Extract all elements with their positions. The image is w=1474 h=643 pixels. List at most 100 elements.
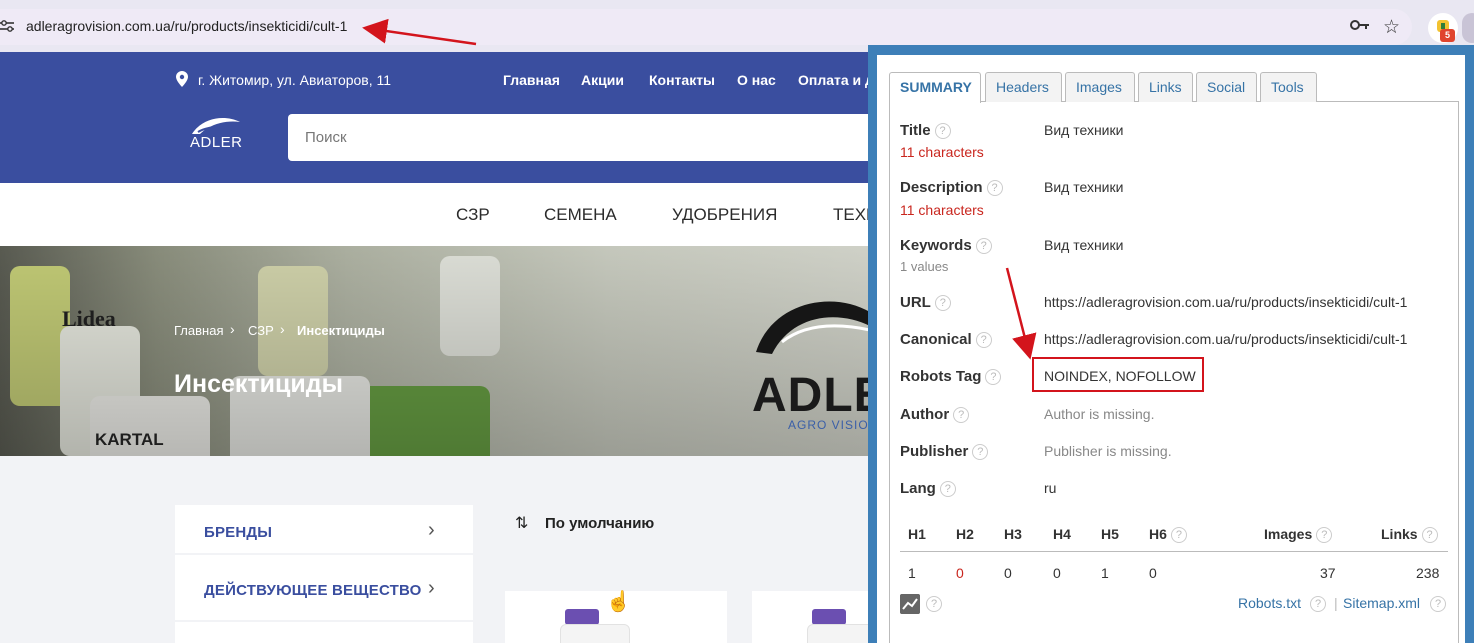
hero-banner xyxy=(0,246,870,456)
help-icon[interactable]: ? xyxy=(934,123,951,140)
lang-value: ru xyxy=(1044,480,1057,496)
url-value[interactable]: https://adleragrovision.com.ua/ru/produc… xyxy=(1044,294,1407,310)
title-value: Вид техники xyxy=(1044,122,1124,138)
site-info-icon[interactable] xyxy=(0,19,14,33)
h4-header: H4 xyxy=(1053,526,1071,542)
product-image xyxy=(560,624,630,643)
images-count: 37 xyxy=(1320,565,1336,581)
h6-header: H6? xyxy=(1149,526,1187,544)
robots-tag-label: Robots Tag? xyxy=(900,368,1002,386)
publisher-label: Publisher? xyxy=(900,443,989,461)
author-value: Author is missing. xyxy=(1044,406,1155,422)
keywords-value: Вид техники xyxy=(1044,237,1124,253)
robots-txt-link[interactable]: Robots.txt xyxy=(1238,595,1301,611)
author-label: Author? xyxy=(900,406,970,424)
help-icon[interactable]: ? xyxy=(975,238,992,255)
h2-count: 0 xyxy=(956,565,964,581)
url-label: URL? xyxy=(900,294,951,312)
filter-active-substance-label: ДЕЙСТВУЮЩЕЕ ВЕЩЕСТВО xyxy=(204,582,422,599)
bookmark-star-icon[interactable]: ☆ xyxy=(1383,16,1400,39)
hero-product-kartal: KARTAL xyxy=(95,430,164,449)
hero-logo-text: ADLE xyxy=(752,369,887,422)
help-icon[interactable]: ? xyxy=(953,407,970,424)
nav-promotions[interactable]: Акции xyxy=(581,72,624,88)
filter-brands-label: БРЕНДЫ xyxy=(204,524,273,541)
help-icon[interactable]: ? xyxy=(972,444,989,461)
tab-links[interactable]: Links xyxy=(1138,72,1193,102)
tab-tools[interactable]: Tools xyxy=(1260,72,1317,102)
canonical-value[interactable]: https://adleragrovision.com.ua/ru/produc… xyxy=(1044,331,1407,347)
help-icon[interactable]: ? xyxy=(1170,527,1187,544)
product-image xyxy=(812,609,846,625)
help-icon[interactable]: ? xyxy=(975,332,992,349)
title-label: Title? xyxy=(900,122,951,140)
tab-images[interactable]: Images xyxy=(1065,72,1135,102)
product-image xyxy=(565,609,599,625)
category-fertilizers[interactable]: УДОБРЕНИЯ xyxy=(672,205,777,225)
nav-payment[interactable]: Оплата и д xyxy=(798,72,874,88)
h6-count: 0 xyxy=(1149,565,1157,581)
hero-product-lidea: Lidea xyxy=(62,306,116,331)
location-pin-icon xyxy=(176,71,188,87)
help-icon[interactable]: ? xyxy=(1430,596,1446,612)
description-label: Description? xyxy=(900,179,1003,197)
h2-header: H2 xyxy=(956,526,974,542)
h5-header: H5 xyxy=(1101,526,1119,542)
help-icon[interactable]: ? xyxy=(926,596,942,612)
canonical-label: Canonical? xyxy=(900,331,992,349)
description-length: 11 characters xyxy=(900,202,984,218)
h4-count: 0 xyxy=(1053,565,1061,581)
links-count: 238 xyxy=(1416,565,1440,581)
category-seeds[interactable]: СЕМЕНА xyxy=(544,205,617,225)
category-szr[interactable]: СЗР xyxy=(456,205,490,225)
keywords-count: 1 values xyxy=(900,259,949,274)
help-icon[interactable]: ? xyxy=(1316,527,1333,544)
help-icon[interactable]: ? xyxy=(985,369,1002,386)
help-icon[interactable]: ? xyxy=(1421,527,1438,544)
title-length: 11 characters xyxy=(900,144,984,160)
h1-count: 1 xyxy=(908,565,916,581)
nav-home[interactable]: Главная xyxy=(503,72,560,88)
filter-card-partial[interactable] xyxy=(175,622,473,643)
sitemap-link[interactable]: Sitemap.xml xyxy=(1343,595,1420,611)
publisher-value: Publisher is missing. xyxy=(1044,443,1172,459)
robots-highlight-box xyxy=(1032,357,1204,392)
link-separator: | xyxy=(1334,595,1338,611)
sort-dropdown[interactable]: По умолчанию xyxy=(545,515,654,532)
h3-count: 0 xyxy=(1004,565,1012,581)
help-icon[interactable]: ? xyxy=(1310,596,1326,612)
help-icon[interactable]: ? xyxy=(934,295,951,312)
chevron-right-icon: › xyxy=(428,577,435,599)
h5-count: 1 xyxy=(1101,565,1109,581)
breadcrumb-separator: › xyxy=(280,321,285,337)
tab-headers[interactable]: Headers xyxy=(985,72,1062,102)
help-icon[interactable]: ? xyxy=(986,180,1003,197)
breadcrumb-home[interactable]: Главная xyxy=(174,323,223,338)
site-search-placeholder: Поиск xyxy=(305,129,347,146)
password-key-icon[interactable] xyxy=(1350,18,1370,32)
breadcrumb-szr[interactable]: СЗР xyxy=(248,323,274,338)
h1-header: H1 xyxy=(908,526,926,542)
chart-icon[interactable] xyxy=(900,594,920,614)
hero-logo-subtext: AGRO VISIO xyxy=(788,418,869,432)
site-logo-text: ADLER xyxy=(190,134,243,151)
chevron-right-icon: › xyxy=(428,519,435,541)
help-icon[interactable]: ? xyxy=(939,481,956,498)
profile-avatar[interactable] xyxy=(1462,13,1474,43)
tab-social[interactable]: Social xyxy=(1196,72,1257,102)
images-header: Images? xyxy=(1264,526,1333,544)
product-image xyxy=(807,624,877,643)
url-text[interactable]: adleragrovision.com.ua/ru/products/insek… xyxy=(26,18,347,34)
links-header: Links? xyxy=(1381,526,1438,544)
sort-icon[interactable]: ⇅ xyxy=(515,513,528,533)
nav-about[interactable]: О нас xyxy=(737,72,776,88)
hand-cursor-icon: ☝ xyxy=(606,591,631,613)
nav-contacts[interactable]: Контакты xyxy=(649,72,715,88)
site-search-input[interactable] xyxy=(288,114,888,161)
store-address: г. Житомир, ул. Авиаторов, 11 xyxy=(198,72,392,88)
keywords-label: Keywords? xyxy=(900,237,992,255)
table-divider xyxy=(900,551,1448,552)
lang-label: Lang? xyxy=(900,480,956,498)
description-value: Вид техники xyxy=(1044,179,1124,195)
tab-summary[interactable]: SUMMARY xyxy=(889,72,981,103)
